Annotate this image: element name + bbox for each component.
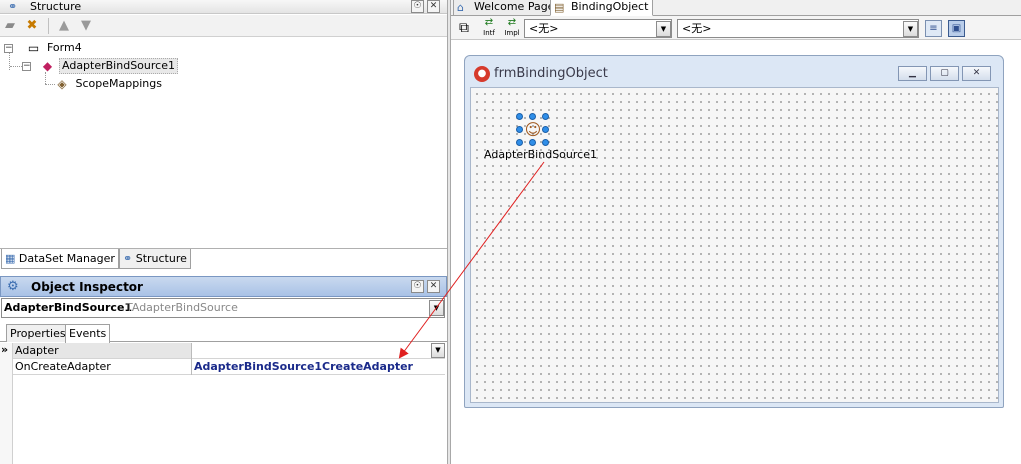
panel-tabs: ▦ DataSet Manager ⚭ Structure — [0, 248, 447, 269]
chevron-down-icon[interactable]: ▼ — [903, 21, 918, 37]
method-selector-value: <无> — [682, 22, 712, 35]
maximize-icon[interactable]: ▢ — [930, 66, 959, 81]
structure-tree: − ▭ Form4 − ◆ AdapterBindSource1 ◈ Scope… — [0, 38, 447, 248]
design-view-icon[interactable]: ▣ — [948, 20, 965, 37]
dataset-manager-icon: ▦ — [5, 252, 16, 265]
editor-tabs: ⌂ Welcome Page ▤ BindingObject — [451, 0, 1021, 16]
impl-label: Impl — [504, 29, 520, 37]
event-row-oncreateadapter[interactable]: OnCreateAdapter AdapterBindSource1Create… — [13, 359, 445, 375]
delphi-form-icon: ● — [474, 66, 490, 82]
event-name: OnCreateAdapter — [15, 360, 111, 373]
pin-icon[interactable]: ☉ — [411, 0, 424, 13]
selection-handle[interactable] — [542, 126, 549, 133]
inspector-tabs: Properties Events — [0, 323, 447, 343]
tab-events[interactable]: Events — [65, 324, 111, 343]
adapter-bind-source-component[interactable]: ☺ — [516, 113, 550, 147]
tree-line — [10, 66, 22, 67]
tab-structure[interactable]: ⚭ Structure — [119, 249, 191, 269]
class-selector[interactable]: <无> ▼ — [524, 19, 672, 38]
chevron-down-icon[interactable]: ▼ — [656, 21, 671, 37]
new-item-icon[interactable]: ▰ — [2, 18, 18, 34]
event-name: Adapter — [15, 344, 59, 357]
selected-component-type: TAdapterBindSource — [126, 301, 238, 314]
selection-handle[interactable] — [529, 139, 536, 146]
form-icon: ▭ — [27, 41, 40, 55]
interface-button[interactable]: ⇄ Intf — [479, 18, 499, 38]
unit-file-icon: ▤ — [554, 1, 565, 14]
tree-node-form4[interactable]: − ▭ Form4 — [4, 40, 84, 56]
method-selector[interactable]: <无> ▼ — [677, 19, 919, 38]
left-pane: ⚭ Structure ☉ ✕ ▰ ✖ ▲ ▼ − ▭ Form4 − ◆ Ad… — [0, 0, 447, 464]
tree-node-scopemappings[interactable]: ◈ ScopeMappings — [54, 76, 164, 92]
tree-node-adapterbindsource1[interactable]: − ◆ AdapterBindSource1 — [22, 58, 178, 74]
event-grid: » Adapter ▼ OnCreateAdapter AdapterBindS… — [0, 343, 447, 464]
adapter-bind-source-icon: ☺ — [524, 120, 542, 139]
selection-handle[interactable] — [516, 113, 523, 120]
structure-icon: ⚭ — [123, 252, 133, 265]
close-icon[interactable]: ✕ — [427, 0, 440, 13]
structure-icon: ⚭ — [8, 0, 18, 13]
minimize-icon[interactable]: ▁ — [898, 66, 927, 81]
grid-gutter: » — [0, 343, 13, 464]
tab-label: Welcome Page — [474, 0, 555, 13]
object-inspector-title: Object Inspector — [31, 280, 143, 294]
form-window[interactable]: ● frmBindingObject ▁ ▢ ✕ — [464, 55, 1004, 408]
object-inspector-header: ⚙ Object Inspector ☉ ✕ — [0, 276, 447, 297]
grid-column-divider[interactable] — [191, 343, 192, 375]
delete-item-icon[interactable]: ✖ — [24, 18, 40, 34]
class-selector-value: <无> — [529, 22, 559, 35]
selection-handle[interactable] — [529, 113, 536, 120]
structure-toolbar: ▰ ✖ ▲ ▼ — [0, 15, 447, 37]
impl-icon: ⇄ — [507, 17, 517, 28]
selected-component-name: AdapterBindSource1 — [4, 301, 133, 314]
event-value-field[interactable] — [192, 343, 445, 358]
selection-handle[interactable] — [542, 113, 549, 120]
implementation-button[interactable]: ⇄ Impl — [502, 18, 522, 38]
intf-label: Intf — [483, 29, 495, 37]
tab-properties[interactable]: Properties — [6, 324, 70, 342]
object-inspector-icon: ⚙ — [7, 279, 19, 294]
current-row-marker: » — [1, 343, 9, 356]
selection-handle[interactable] — [542, 139, 549, 146]
form-window-title: frmBindingObject — [494, 66, 608, 81]
event-handler-value[interactable]: AdapterBindSource1CreateAdapter — [194, 359, 413, 374]
move-down-icon[interactable]: ▼ — [78, 18, 94, 34]
toolbar-divider — [48, 18, 49, 34]
chevron-down-icon[interactable]: ▼ — [429, 300, 444, 316]
close-icon[interactable]: ✕ — [427, 280, 440, 293]
collapse-icon[interactable]: − — [4, 44, 13, 53]
adapter-bind-source-icon: ◆ — [42, 59, 53, 73]
tree-node-label: AdapterBindSource1 — [59, 58, 178, 74]
structure-panel-title: Structure — [30, 0, 82, 13]
editor-toolbar: ⧉ ⇄ Intf ⇄ Impl <无> ▼ <无> ▼ ≡ ▣ — [451, 16, 1021, 40]
component-selector[interactable]: AdapterBindSource1 TAdapterBindSource ▼ — [1, 298, 445, 318]
tab-label: BindingObject — [571, 0, 649, 13]
pin-icon[interactable]: ☉ — [411, 280, 424, 293]
close-icon[interactable]: ✕ — [962, 66, 991, 81]
selection-handle[interactable] — [516, 126, 523, 133]
form-toggle-icon[interactable]: ⧉ — [454, 18, 474, 38]
chevron-down-icon[interactable]: ▼ — [431, 343, 445, 358]
tree-node-label: Form4 — [47, 41, 82, 54]
collapse-icon[interactable]: − — [22, 62, 31, 71]
structure-panel-header: ⚭ Structure ☉ ✕ — [0, 0, 447, 14]
tree-node-label: ScopeMappings — [75, 77, 162, 90]
component-caption: AdapterBindSource1 — [484, 148, 597, 161]
code-view-icon[interactable]: ≡ — [925, 20, 942, 37]
tab-label: Structure — [135, 252, 187, 265]
tab-label: DataSet Manager — [18, 252, 115, 265]
tab-dataset-manager[interactable]: ▦ DataSet Manager — [1, 249, 119, 269]
home-icon: ⌂ — [457, 1, 464, 14]
tab-bindingobject[interactable]: ▤ BindingObject — [550, 0, 654, 16]
intf-icon: ⇄ — [484, 17, 494, 28]
scope-mappings-icon: ◈ — [57, 77, 67, 91]
event-row-adapter[interactable]: Adapter ▼ — [13, 343, 445, 359]
tab-welcome-page[interactable]: ⌂ Welcome Page — [453, 0, 560, 16]
move-up-icon[interactable]: ▲ — [56, 18, 72, 34]
selection-handle[interactable] — [516, 139, 523, 146]
